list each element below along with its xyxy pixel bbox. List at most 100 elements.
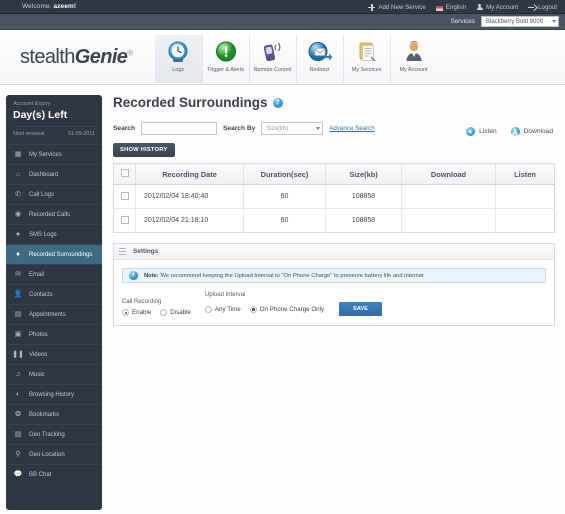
nav-label-trigger-alerts: Trigger & Alerts	[207, 66, 245, 73]
logout-link[interactable]: Logout	[528, 4, 557, 11]
chat-icon: ●	[15, 231, 21, 238]
sidebar-item-photos[interactable]: ▣ Photos	[6, 324, 102, 344]
drag-handle-icon[interactable]	[119, 248, 126, 255]
logo-trademark: ®	[127, 47, 133, 57]
search-input[interactable]	[141, 122, 217, 135]
nav-item-my-account[interactable]: My Account	[389, 34, 437, 83]
my-account-link[interactable]: My Account	[476, 3, 519, 11]
note-prefix: Note:	[144, 272, 159, 279]
advance-search-link[interactable]: Advance Search	[329, 125, 374, 132]
radio-any-time-indicator[interactable]	[204, 305, 212, 313]
account-expiry-label: Account Expiry	[13, 101, 51, 107]
nav-item-logs[interactable]: Logs	[154, 34, 202, 83]
sidebar-item-appointments[interactable]: ▤ Appointments	[6, 304, 102, 324]
bulk-actions: Listen Download	[466, 127, 553, 137]
header-size[interactable]: Size(kb)	[325, 163, 402, 185]
row-checkbox-cell	[113, 184, 136, 209]
sidebar-item-bookmarks[interactable]: ❂ Bookmarks	[6, 404, 102, 424]
settings-panel: Settings i Note: We recommend keeping th…	[113, 243, 555, 326]
sidebar-label-geo-tracking: Geo Tracking	[29, 431, 65, 438]
grid-icon: ▦	[14, 151, 22, 158]
header-select-all	[113, 163, 136, 185]
main-nav: Logs Trigger & Alerts Remote Control Red…	[154, 30, 437, 85]
app-page: Welcome, azeem! Add New Service English …	[0, 0, 565, 514]
action-row: SHOW HISTORY Listen Download	[113, 127, 555, 157]
sidebar-item-sms-logs[interactable]: ● SMS Logs	[6, 224, 102, 244]
sidebar-item-recorded-surroundings[interactable]: ♦ Recorded Surroundings	[6, 244, 102, 264]
sidebar-label-sms-logs: SMS Logs	[29, 231, 57, 238]
table-row: 2012/02/04 18:40:40 60 108858	[113, 184, 555, 209]
device-select[interactable]: Blackberry Bold 9000	[481, 16, 559, 27]
sidebar-item-call-logs[interactable]: ✆ Call Logs	[6, 184, 102, 204]
bulk-listen-action[interactable]: Listen	[466, 127, 497, 137]
search-by-value: Size(kb)	[266, 125, 289, 132]
show-history-button[interactable]: SHOW HISTORY	[113, 143, 175, 157]
bookmark-icon: ❂	[15, 411, 21, 418]
sidebar-item-dashboard[interactable]: ⌂ Dashboard	[6, 164, 102, 184]
call-recording-disable[interactable]: Disable	[160, 309, 191, 316]
help-icon[interactable]: ?	[272, 97, 283, 108]
nav-label-logs: Logs	[172, 66, 184, 73]
sidebar-item-my-services[interactable]: ▦ My Services	[6, 144, 102, 164]
listen-icon	[466, 127, 476, 137]
radio-disable-indicator[interactable]	[160, 309, 168, 316]
header-download[interactable]: Download	[401, 163, 497, 185]
nav-item-trigger-alerts[interactable]: Trigger & Alerts	[201, 34, 249, 83]
header-duration[interactable]: Duration(sec)	[243, 163, 326, 185]
upload-interval-any-time[interactable]: Any Time	[204, 305, 241, 313]
music-note-icon: ♫	[15, 371, 21, 378]
note-body: We recommend keeping the Upload Interval…	[160, 272, 424, 279]
radio-enable-indicator[interactable]	[122, 309, 129, 316]
call-recording-enable[interactable]: Enable	[122, 309, 151, 316]
logo[interactable]: stealthGenie®	[20, 46, 133, 69]
nav-item-redirect[interactable]: Redirect	[295, 34, 343, 83]
next-renewal-row: Next renewal 01-09-2011	[13, 126, 95, 137]
map-icon: ▨	[14, 431, 22, 438]
table-body: 2012/02/04 18:40:40 60 108858 2012/02/04…	[113, 184, 555, 233]
brand-header: stealthGenie® Logs Trigger & Alerts Remo…	[0, 30, 565, 85]
sidebar-item-email[interactable]: ✉ Email	[6, 264, 102, 284]
logout-label: Logout	[538, 3, 557, 11]
pin-icon: ⚲	[15, 451, 21, 458]
user-icon	[476, 3, 483, 11]
settings-panel-body: i Note: We recommend keeping the Upload …	[114, 260, 554, 325]
language-link[interactable]: English	[435, 4, 466, 11]
select-all-checkbox[interactable]	[120, 169, 129, 177]
my-account-label: My Account	[486, 3, 519, 11]
nav-item-remote-control[interactable]: Remote Control	[248, 34, 296, 83]
sidebar-item-geo-location[interactable]: ⚲ Geo Location	[6, 444, 102, 464]
person-icon	[401, 39, 427, 65]
sidebar-item-geo-tracking[interactable]: ▨ Geo Tracking	[6, 424, 102, 444]
settings-panel-header[interactable]: Settings	[114, 244, 554, 260]
nav-label-redirect: Redirect	[309, 66, 330, 73]
add-new-service-link[interactable]: Add New Service	[368, 3, 426, 11]
sidebar-item-bb-chat[interactable]: 💬 BB Chat	[6, 464, 102, 484]
save-button[interactable]: SAVE	[339, 302, 382, 316]
device-select-value: Blackberry Bold 9000	[486, 18, 544, 25]
row-checkbox[interactable]	[120, 191, 129, 200]
header-listen[interactable]: Listen	[495, 163, 555, 185]
welcome-prefix: Welcome,	[22, 3, 54, 10]
row-checkbox[interactable]	[120, 215, 129, 224]
sidebar-item-music[interactable]: ♫ Music	[6, 364, 102, 384]
info-icon: i	[129, 271, 138, 280]
sidebar-label-dashboard: Dashboard	[29, 171, 59, 178]
sidebar-item-contacts[interactable]: 👤 Contacts	[6, 284, 102, 304]
nav-item-my-services[interactable]: My Services	[342, 34, 390, 83]
sidebar-label-recorded-surroundings: Recorded Surroundings	[29, 251, 93, 258]
bulk-download-action[interactable]: Download	[510, 127, 553, 136]
sidebar-item-recorded-calls[interactable]: ◉ Recorded Calls	[6, 204, 102, 224]
settings-note: i Note: We recommend keeping the Upload …	[122, 268, 546, 283]
header-recording-date[interactable]: Recording Date	[135, 163, 244, 185]
sidebar-item-videos[interactable]: ❚❚ Videos	[6, 344, 102, 364]
upload-interval-group: Upload Interval Any Time On Phone Charge…	[204, 292, 382, 316]
flag-icon	[435, 5, 443, 11]
sidebar-item-browsing-history[interactable]: ◐ Browsing History	[6, 384, 102, 404]
camera-icon: ▣	[14, 331, 22, 338]
upload-interval-on-charge[interactable]: On Phone Charge Only	[249, 305, 324, 313]
search-by-select[interactable]: Size(kb)	[261, 122, 324, 135]
search-label: Search	[113, 125, 135, 132]
radio-on-charge-indicator[interactable]	[249, 305, 257, 313]
sidebar-label-appointments: Appointments	[29, 311, 66, 318]
main-content: Recorded Surroundings ? Search Search By…	[102, 95, 559, 510]
